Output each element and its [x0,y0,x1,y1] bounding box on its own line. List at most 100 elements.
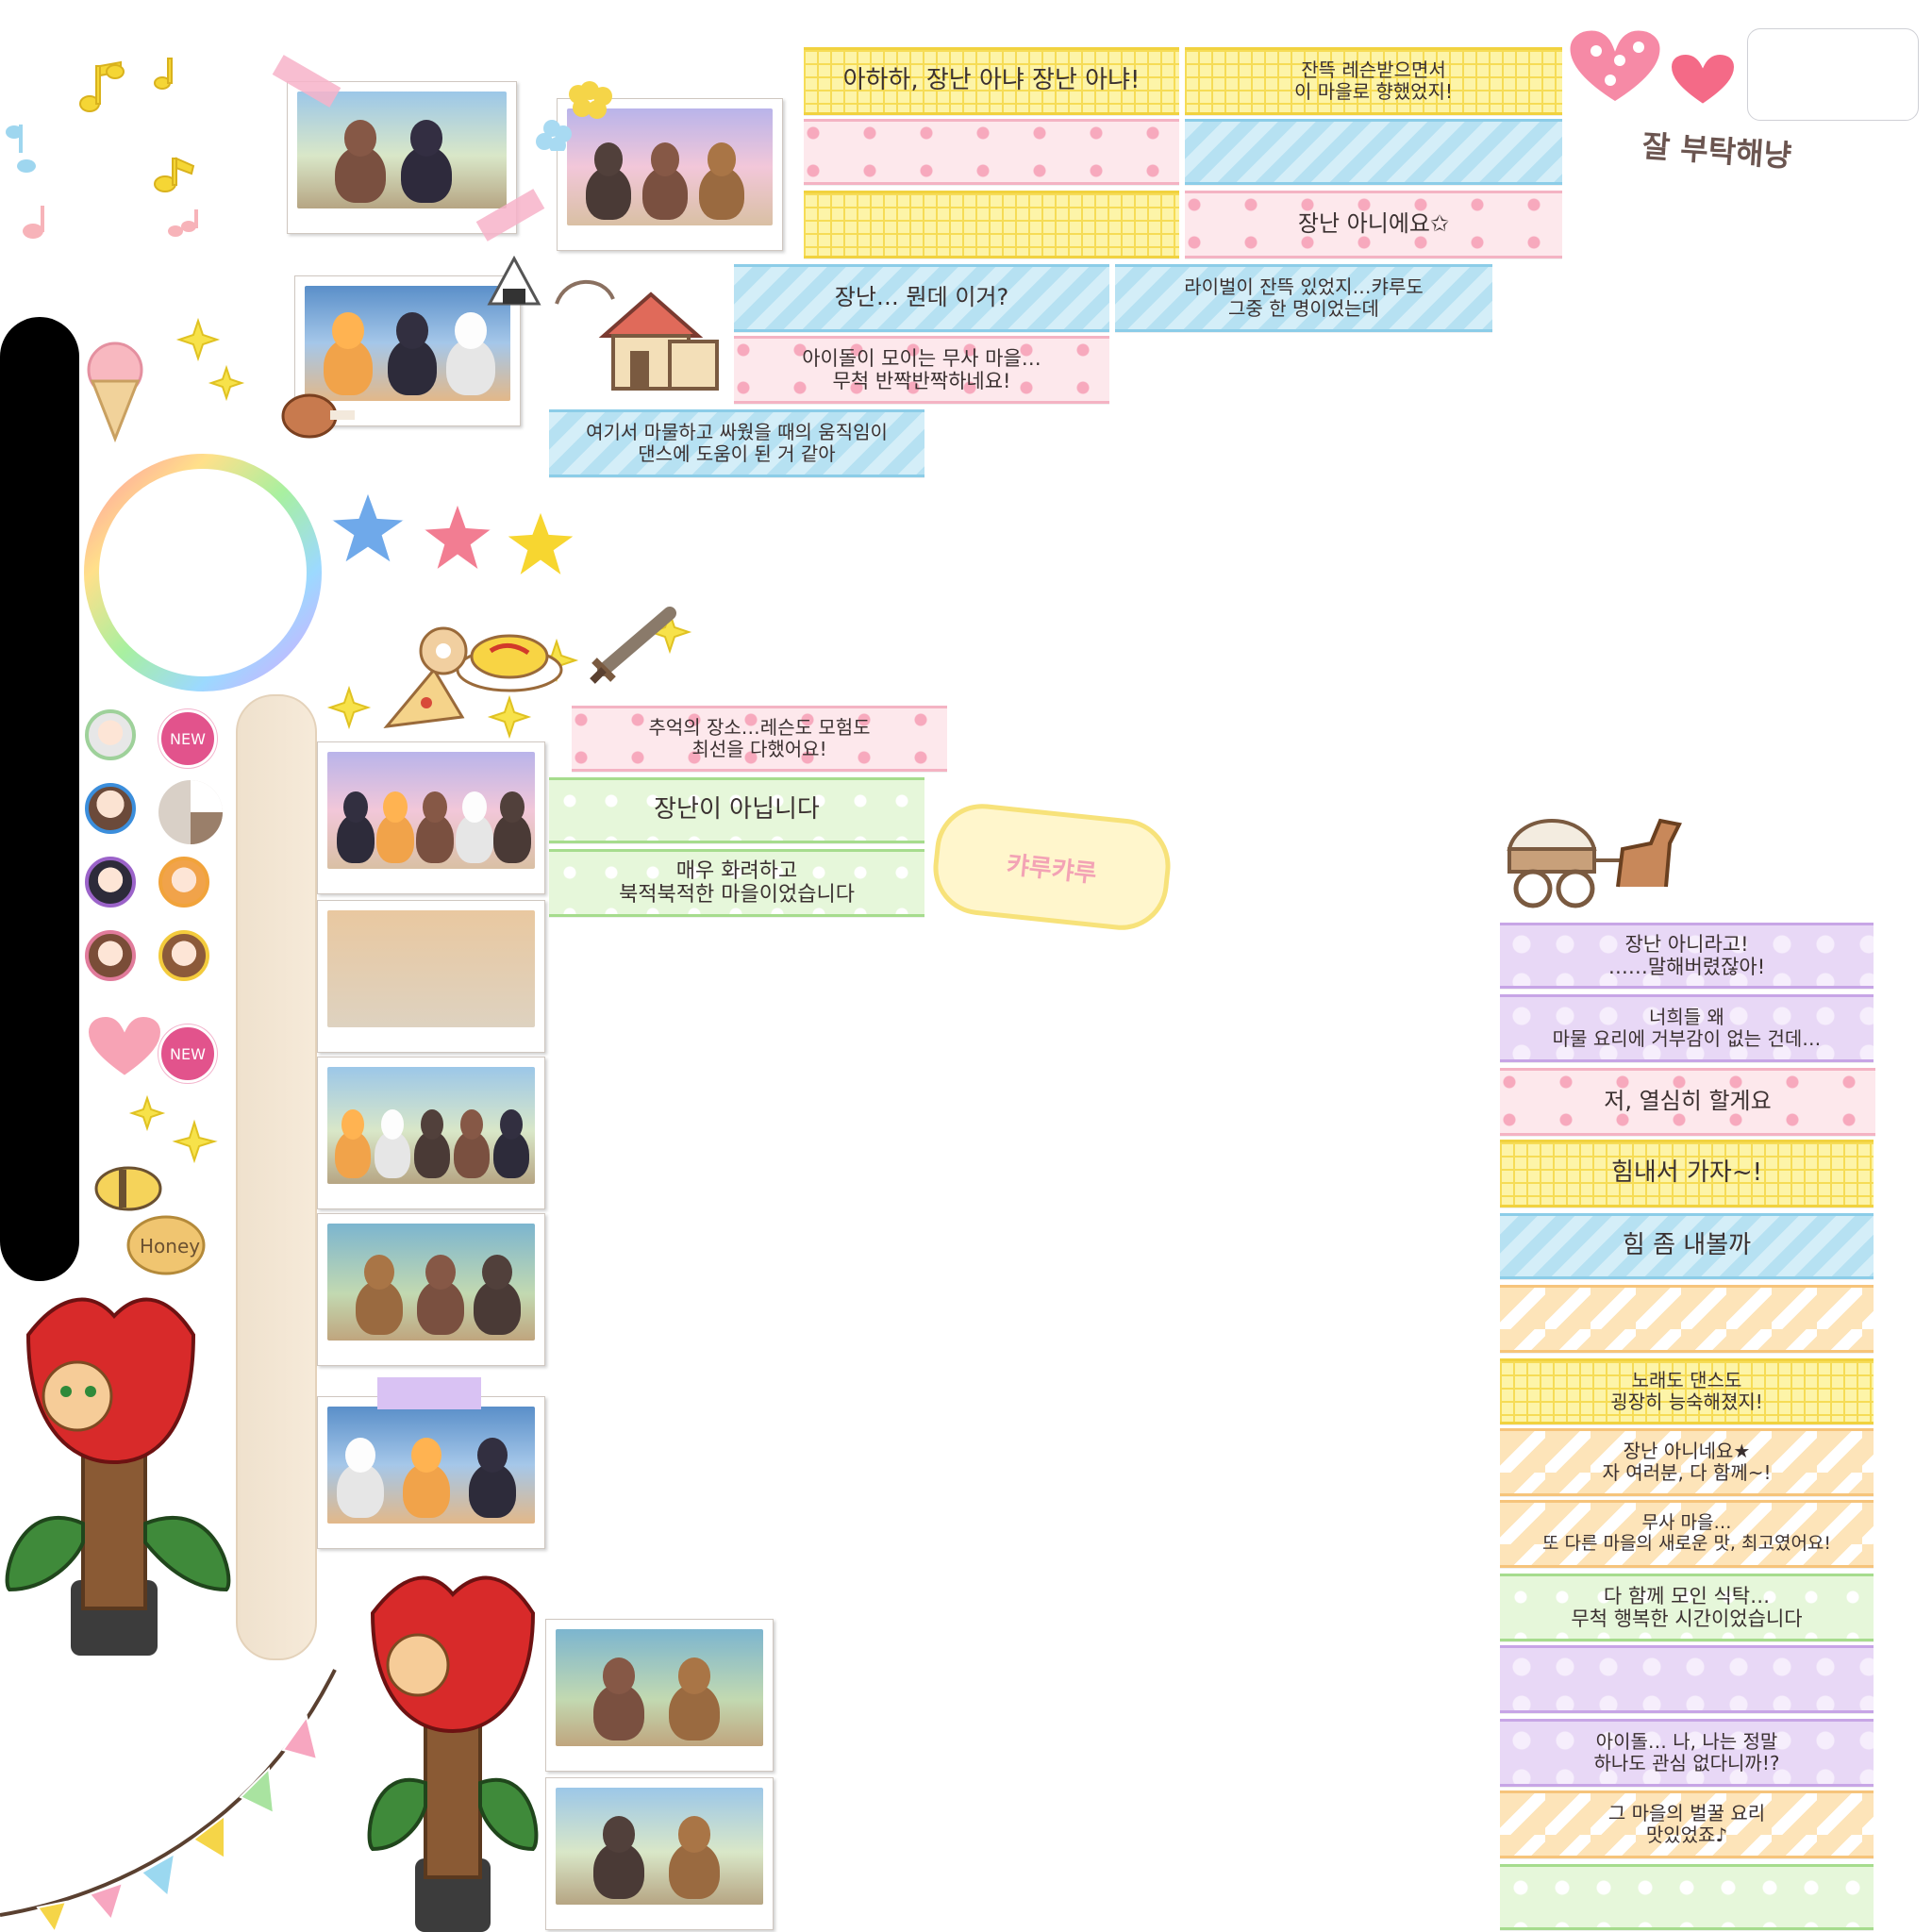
tape-text: 그 마을의 벌꿀 요리 맛있었죠♪ [1607,1802,1766,1846]
photo-scene [327,752,535,869]
rainbow-ring-icon [84,454,322,691]
tape-text: 여기서 마물하고 싸웠을 때의 움직임이 댄스에 도움이 된 거 같아 [586,421,888,465]
new-badge-text: NEW [170,1044,206,1063]
avatar [85,930,136,981]
music-note-icon [79,58,195,192]
tulip-post-icon [367,1575,539,1932]
photo-card [317,900,545,1053]
tape-label [1185,119,1562,185]
tape-text: 다 함께 모인 식탁… 무척 행복한 시간이었습니다 [1571,1584,1803,1630]
onigiri-icon [487,255,541,306]
tape-label: 장난 아니네요★ 자 여러분, 다 함께~! [1500,1428,1874,1496]
tape-label: 힘 좀 내볼까 [1500,1213,1874,1279]
sparkles-decor [175,317,245,402]
tape-text: 아이돌이 모이는 무사 마을… 무척 반짝반짝하네요! [802,346,1041,392]
tape-text: 추억의 장소…레슨도 모험도 최선을 다했어요! [648,716,871,760]
heart-icon [87,1015,162,1080]
tape-label: 무사 마을… 또 다른 마을의 새로운 맛, 최고였어요! [1500,1500,1874,1568]
tape-text: 장난 아니네요★ 자 여러분, 다 함께~! [1602,1440,1772,1484]
photo-card [545,1777,774,1930]
avatar [158,857,209,908]
tape-label [1500,1285,1874,1353]
star-face-icon [325,483,414,571]
avatar [158,930,209,981]
music-note-icon [23,206,198,239]
tape-label: 노래도 댄스도 굉장히 능숙해졌지! [1500,1358,1874,1424]
heart-icon [1670,53,1736,108]
sparkle-icon [128,1094,218,1164]
tape-label: 장난 아니라고! ……말해버렸잖아! [1500,923,1874,989]
tape-text: 장난이 아닙니다 [654,795,820,824]
heart-icon [1568,28,1662,107]
omelette-icon [456,634,563,692]
ice-cream-icon [87,341,143,443]
avatar [85,709,136,760]
karyu-cloud-sticker: 캬루캬루 [928,799,1175,935]
meat-icon [281,393,355,439]
tape-label: 너희들 왜 마물 요리에 거부감이 없는 건데… [1500,994,1874,1062]
tape-label [1500,1864,1874,1930]
photo-card [317,1213,545,1366]
clock-pie-icon [158,780,223,844]
flower-decor [536,81,612,151]
photo-scene [297,92,507,208]
tape-label: 다 함께 모인 식탁… 무척 행복한 시간이었습니다 [1500,1574,1874,1641]
photo-card [317,1396,545,1549]
pizza-icon [383,667,465,728]
washi-tape-decor [377,1377,481,1409]
photo-card [317,741,545,894]
photo-scene [327,1224,535,1341]
photo-scene [556,1788,763,1905]
tape-text: 노래도 댄스도 굉장히 능숙해졌지! [1610,1369,1763,1413]
new-badge: NEW [158,709,217,768]
greeting-sticker: 잘 부탁해냥 [1592,112,1841,186]
photo-scene [327,1407,535,1524]
avatar [85,783,136,834]
honey-label: Honey [140,1235,200,1257]
sword-icon [590,607,676,684]
photo-card [317,1057,545,1209]
bee-icon: Honey [94,1094,218,1275]
tape-text: 아하하, 장난 아냐 장난 아냐! [842,66,1141,95]
new-badge-text: NEW [170,729,206,748]
sparkle-icon [175,317,245,402]
photo-scene-blank [327,910,535,1027]
tape-label: 여기서 마물하고 싸웠을 때의 움직임이 댄스에 도움이 된 거 같아 [549,409,924,477]
tape-label [804,191,1179,258]
tape-text: 저, 열심히 할게요 [1604,1088,1772,1115]
photo-card [287,81,517,234]
star-faces [325,483,584,585]
tape-label: 잔뜩 레슨받으면서 이 마을로 향했었지! [1185,47,1562,115]
tape-label: 추억의 장소…레슨도 모험도 최선을 다했어요! [572,706,947,772]
tape-label [1500,1645,1874,1713]
karyu-text: 캬루캬루 [1005,850,1098,889]
star-face-icon [497,502,584,585]
tape-text: 아이돌… 나, 나는 정말 하나도 관심 없다니까!? [1593,1730,1780,1774]
tape-label [804,119,1179,185]
tape-text: 장난 아니에요✩ [1297,210,1450,238]
tulip-post-icon [5,1297,231,1656]
tape-label: 아하하, 장난 아냐 장난 아냐! [804,47,1179,115]
tape-text: 무사 마을… 또 다른 마을의 새로운 맛, 최고였어요! [1541,1512,1832,1554]
photo-scene [327,1067,535,1184]
photo-card [545,1619,774,1772]
tape-text: 힘내서 가자~! [1610,1158,1763,1188]
donut-icon [419,626,468,675]
tape-text: 너희들 왜 마물 요리에 거부감이 없는 건데… [1552,1006,1822,1050]
wooden-bar [236,694,317,1660]
tape-label: 아이돌… 나, 나는 정말 하나도 관심 없다니까!? [1500,1719,1874,1787]
music-notes-decor [6,58,198,239]
tape-label: 매우 화려하고 북적북적한 마을이었습니다 [549,849,924,917]
tape-label: 저, 열심히 할게요 [1500,1068,1875,1136]
tape-text: 장난 아니라고! ……말해버렸잖아! [1607,932,1766,978]
tape-text: 라이벌이 잔뜩 있었지…캬루도 그중 한 명이었는데 [1184,275,1424,320]
star-face-icon [414,494,501,579]
tape-label: 아이돌이 모이는 무사 마을… 무척 반짝반짝하네요! [734,336,1109,404]
tape-text: 잔뜩 레슨받으면서 이 마을로 향했었지! [1294,58,1453,103]
tape-label: 그 마을의 벌꿀 요리 맛있었죠♪ [1500,1790,1874,1858]
tape-label: 라이벌이 잔뜩 있었지…캬루도 그중 한 명이었는데 [1115,264,1492,332]
bunting-icon [0,1669,337,1932]
tape-text: 장난… 뭔데 이거? [834,284,1009,311]
new-badge: NEW [158,1024,217,1083]
tape-label: 장난 아니에요✩ [1185,191,1562,258]
